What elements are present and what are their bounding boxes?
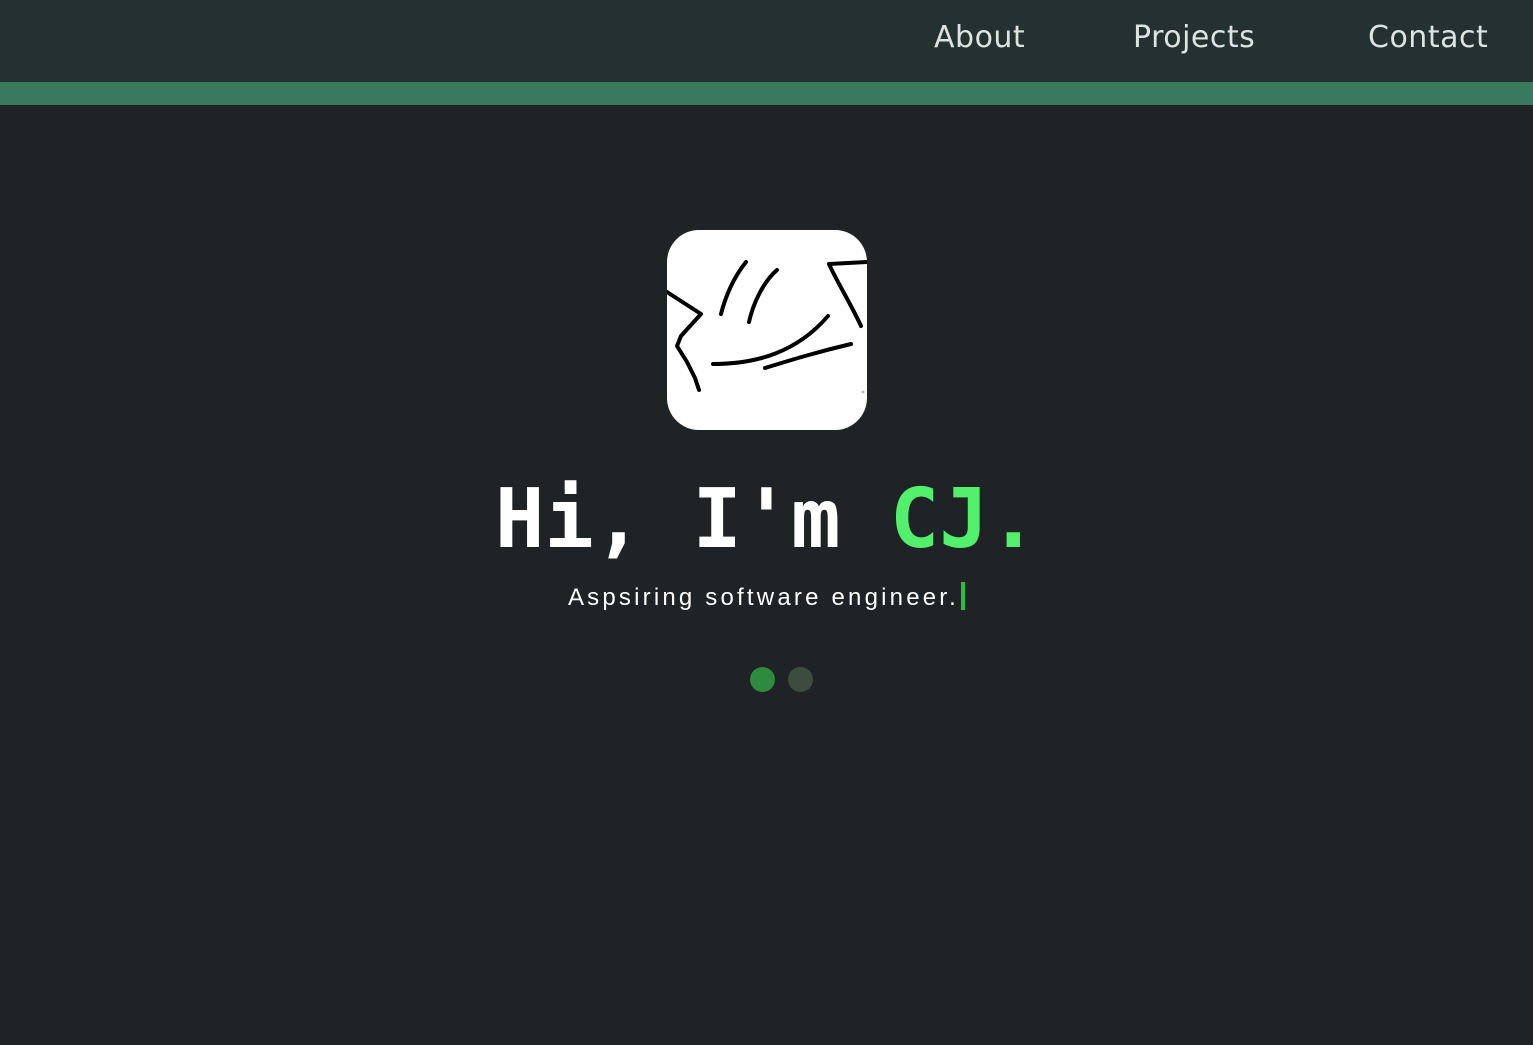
hero-headline: Hi, I'm CJ. xyxy=(0,470,1533,570)
carousel-dot-active[interactable] xyxy=(750,667,775,692)
carousel-dot[interactable] xyxy=(788,667,813,692)
carousel-dots xyxy=(750,667,813,692)
accent-strip xyxy=(0,82,1533,105)
navbar: About Projects Contact xyxy=(0,0,1533,82)
greeting-text: Hi, I'm xyxy=(494,472,890,567)
logo-avatar xyxy=(667,230,867,430)
typing-cursor xyxy=(961,582,966,610)
name-highlight: CJ. xyxy=(889,472,1039,567)
hero-tagline: Aspsiring software engineer. xyxy=(0,582,1533,614)
nav-link-about[interactable]: About xyxy=(934,18,1025,58)
nav-link-projects[interactable]: Projects xyxy=(1133,18,1255,58)
tagline-text: Aspsiring software engineer. xyxy=(567,584,960,611)
nav-link-contact[interactable]: Contact xyxy=(1368,18,1488,58)
hand-drawn-sketch-icon xyxy=(667,260,867,394)
